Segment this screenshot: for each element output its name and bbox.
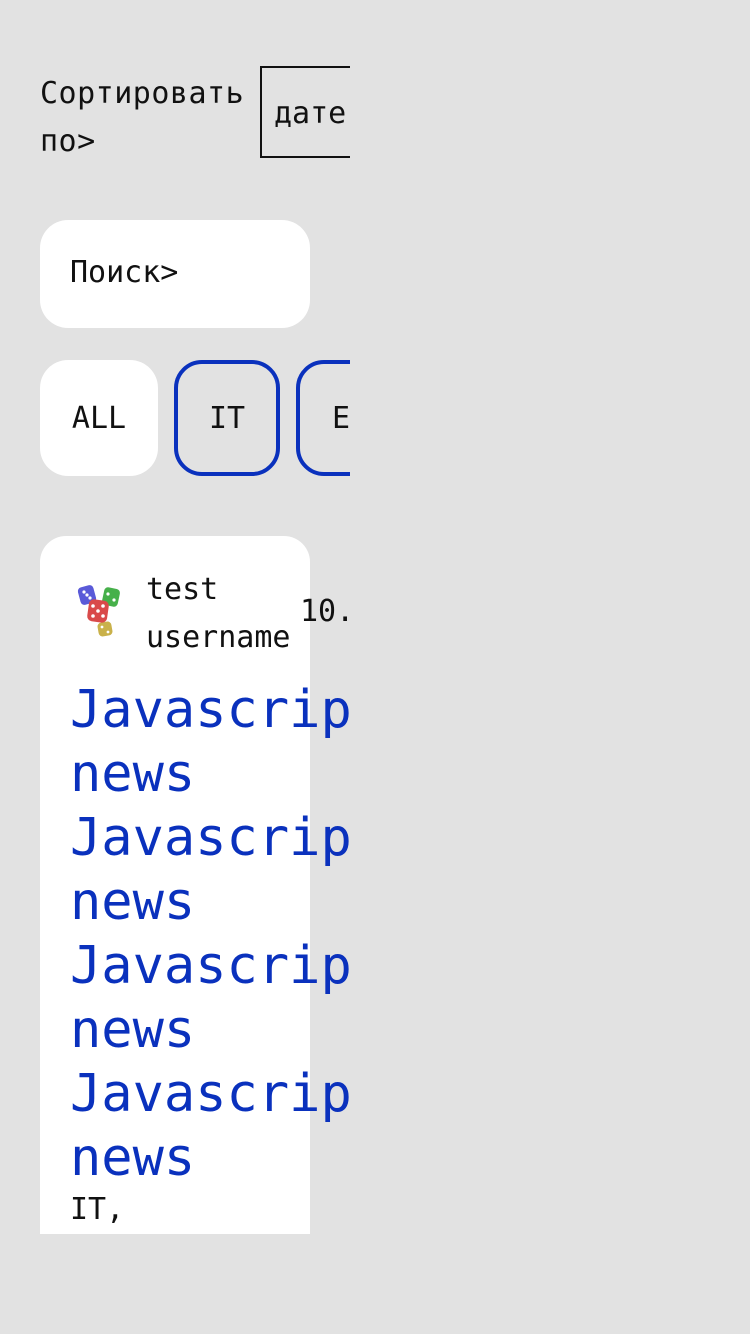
sort-select[interactable]: дате	[260, 66, 350, 158]
filter-chip-it[interactable]: IT	[174, 360, 280, 476]
page-viewport: Сортировать по> дате Поиск> ALL IT E tes…	[0, 0, 350, 1334]
post-username[interactable]: test username	[146, 566, 306, 662]
post-title[interactable]: Javascript news Javascript news Javascri…	[70, 678, 350, 1190]
post-date: 10.	[300, 594, 350, 629]
sort-row: Сортировать по> дате	[40, 66, 350, 166]
search-input[interactable]: Поиск>	[40, 220, 310, 328]
category-filters: ALL IT E	[40, 360, 350, 476]
post-tags: IT,	[70, 1192, 125, 1227]
filter-chip-all[interactable]: ALL	[40, 360, 158, 476]
filter-chip-e[interactable]: E	[296, 360, 350, 476]
post-card[interactable]: test username 10. Javascript news Javasc…	[40, 536, 350, 1234]
dice-avatar-icon	[76, 582, 124, 638]
sort-label: Сортировать по>	[40, 76, 245, 159]
